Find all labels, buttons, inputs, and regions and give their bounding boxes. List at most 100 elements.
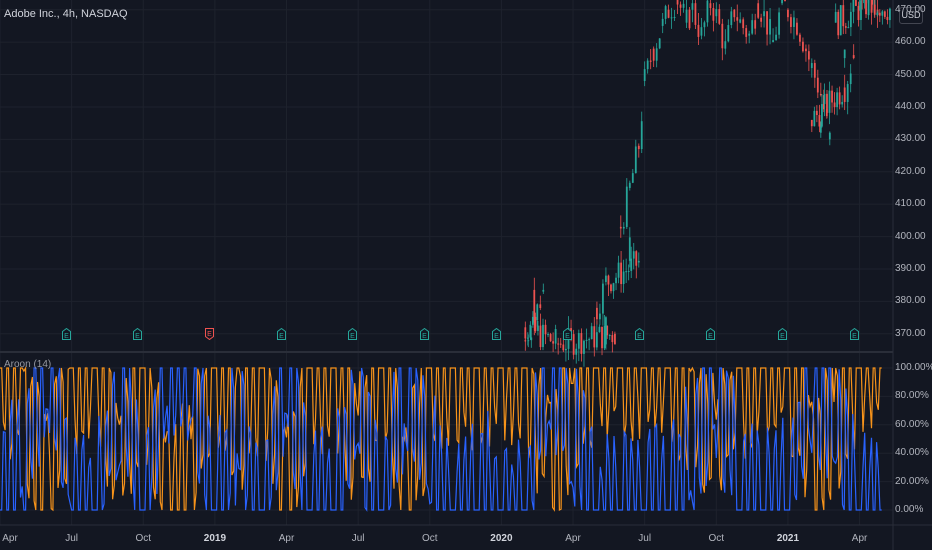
chart-title[interactable]: Adobe Inc., 4h, NASDAQ (4, 8, 128, 20)
candle-body (760, 17, 763, 22)
candle-body (818, 115, 821, 127)
indicator-tick-label: 0.00% (895, 504, 924, 515)
candle-body (844, 26, 847, 28)
candle-body (727, 25, 730, 42)
earnings-label: E (852, 333, 857, 340)
candle-body (667, 9, 670, 18)
candle-body (622, 271, 625, 285)
candle-body (730, 11, 733, 26)
candle-body (807, 51, 810, 60)
time-tick-label: Oct (708, 533, 725, 544)
candle-body (529, 324, 532, 338)
earnings-e-icon[interactable]: E (706, 328, 716, 340)
indicator-tick-label: 80.00% (895, 390, 929, 402)
candle-body (625, 186, 628, 227)
candle-body (706, 0, 709, 23)
candle-body (637, 260, 640, 263)
earnings-e-icon[interactable]: E (563, 328, 573, 340)
candle-body (539, 325, 542, 348)
indicator-tick-label: 40.00% (895, 447, 929, 459)
candle-body (751, 20, 754, 34)
candle-body (857, 5, 860, 21)
candle-body (796, 22, 798, 35)
candle-body (643, 69, 646, 82)
candle-body (839, 5, 842, 36)
candle-body (691, 3, 694, 10)
candle-body (661, 18, 664, 26)
candle-body (748, 33, 751, 36)
indicator-title[interactable]: Aroon (14) (4, 359, 51, 370)
earnings-e-icon[interactable]: E (491, 328, 501, 340)
candle-body (703, 22, 706, 28)
candle-body (601, 326, 603, 349)
candle-body (775, 34, 777, 41)
candle-body (562, 344, 565, 351)
candle-body (700, 27, 703, 36)
candle-body (534, 316, 537, 331)
earnings-e-icon[interactable]: E (419, 328, 429, 340)
candle-body (883, 11, 886, 17)
candle-body (769, 19, 771, 35)
candle-body (585, 339, 588, 341)
candle-body (608, 335, 611, 337)
candle-body (867, 0, 870, 16)
earnings-e-icon[interactable]: E (348, 328, 358, 340)
candle-body (718, 9, 721, 24)
candle-body (837, 11, 840, 36)
price-tick-label: 460.00 (895, 36, 926, 48)
candle-body (846, 84, 849, 102)
candle-body (799, 34, 801, 42)
candle-body (655, 48, 658, 61)
time-tick-label: Apr (851, 533, 868, 544)
candle-body (628, 237, 631, 261)
earnings-e-icon[interactable]: E (133, 328, 143, 340)
aroon-lines (0, 365, 882, 512)
candle-body (625, 271, 628, 273)
earnings-label: E (136, 333, 141, 340)
earnings-label: E (350, 333, 355, 340)
candle-body (821, 104, 823, 127)
candle-body (637, 145, 640, 150)
candle-body (596, 307, 598, 320)
candle-body (805, 48, 807, 52)
earnings-e-icon[interactable]: E (276, 328, 286, 340)
candle-body (697, 24, 700, 37)
candle-body (640, 121, 643, 150)
earnings-e-icon[interactable]: E (205, 328, 215, 340)
candle-body (849, 11, 852, 28)
candle-body (664, 6, 667, 19)
candle-body (843, 87, 846, 102)
earnings-e-icon[interactable]: E (61, 328, 71, 340)
candle-body (766, 11, 768, 35)
candle-body (615, 277, 617, 284)
candle-body (610, 284, 612, 292)
candle-body (559, 343, 562, 345)
candle-body (679, 4, 682, 8)
candle-body (554, 328, 557, 344)
time-tick-label: Apr (2, 533, 18, 544)
price-tick-label: 380.00 (895, 295, 926, 307)
candle-body (790, 17, 792, 27)
candle-body (721, 23, 724, 49)
candle-body (849, 73, 852, 85)
candle-body (607, 275, 610, 285)
time-tick-label: Apr (565, 533, 581, 544)
earnings-e-icon[interactable]: E (634, 328, 644, 340)
chart-canvas[interactable] (0, 0, 932, 550)
candle-body (709, 3, 712, 9)
candle-body (871, 0, 874, 5)
candle-body (873, 4, 876, 15)
candle-body (787, 9, 789, 18)
price-tick-label: 440.00 (895, 100, 926, 112)
candle-body (742, 19, 745, 29)
candle-body (611, 335, 614, 343)
candle-body (688, 9, 691, 29)
earnings-e-icon[interactable]: E (849, 328, 859, 340)
earnings-e-icon[interactable]: E (778, 328, 788, 340)
candle-body (531, 316, 534, 325)
candle-body (595, 332, 598, 348)
time-tick-label: Oct (422, 533, 438, 544)
candle-body (847, 27, 850, 29)
candle-body (828, 90, 831, 113)
candle-body (813, 63, 816, 78)
